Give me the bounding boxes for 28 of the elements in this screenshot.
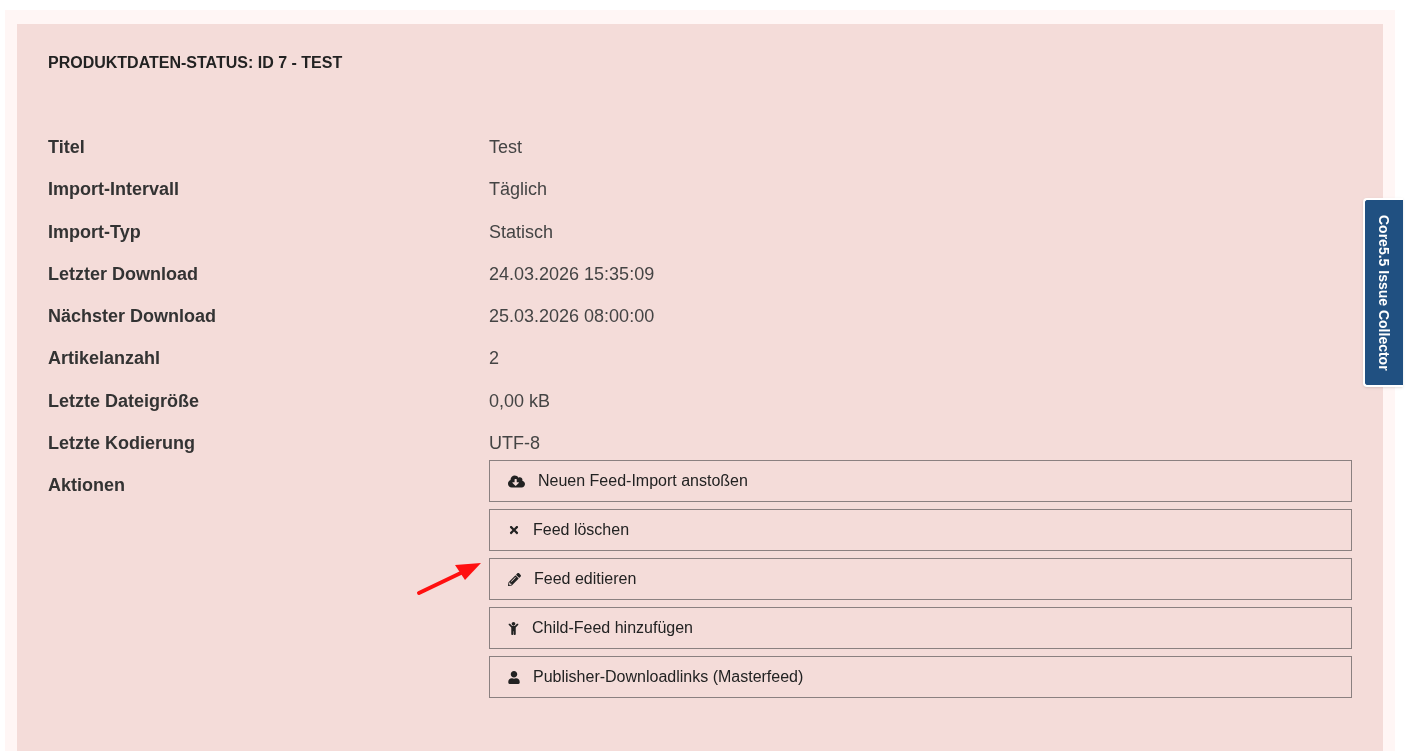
action-button[interactable]: Feed löschen [489, 509, 1352, 552]
field-label: Nächster Download [48, 305, 218, 328]
pencil-icon [508, 572, 521, 586]
field-value: Statisch [489, 220, 554, 243]
action-button[interactable]: Feed editieren [489, 558, 1352, 601]
field-label: Artikelanzahl [48, 347, 162, 370]
field-value: 24.03.2026 15:35:09 [489, 262, 655, 285]
field-label: Letzter Download [48, 262, 199, 285]
field-label: Letzte Dateigröße [48, 389, 201, 412]
action-button[interactable]: Publisher-Downloadlinks (Masterfeed) [489, 656, 1352, 699]
field-value: Test [489, 136, 522, 158]
field-value: UTF-8 [489, 432, 540, 455]
child-figure-icon [508, 621, 519, 635]
close-icon [508, 524, 520, 537]
field-label: Import-Intervall [48, 178, 181, 201]
side-tab[interactable]: Core5.5 Issue Collector [1363, 198, 1403, 387]
user-icon [508, 670, 520, 684]
action-button[interactable]: Neuen Feed-Import anstoßen [489, 460, 1352, 503]
action-button[interactable]: Child-Feed hinzufügen [489, 607, 1352, 650]
field-label: Letzte Kodierung [48, 432, 196, 455]
field-value: Täglich [489, 178, 548, 201]
field-value: 0,00 kB [489, 389, 551, 412]
panel-title: PRODUKTDATEN-STATUS: ID 7 - TEST [48, 53, 343, 73]
field-value: 25.03.2026 08:00:00 [489, 305, 655, 328]
field-label: Import-Typ [48, 220, 142, 243]
field-label: Titel [48, 136, 86, 158]
field-value: 2 [489, 347, 499, 370]
field-label: Aktionen [48, 474, 126, 497]
